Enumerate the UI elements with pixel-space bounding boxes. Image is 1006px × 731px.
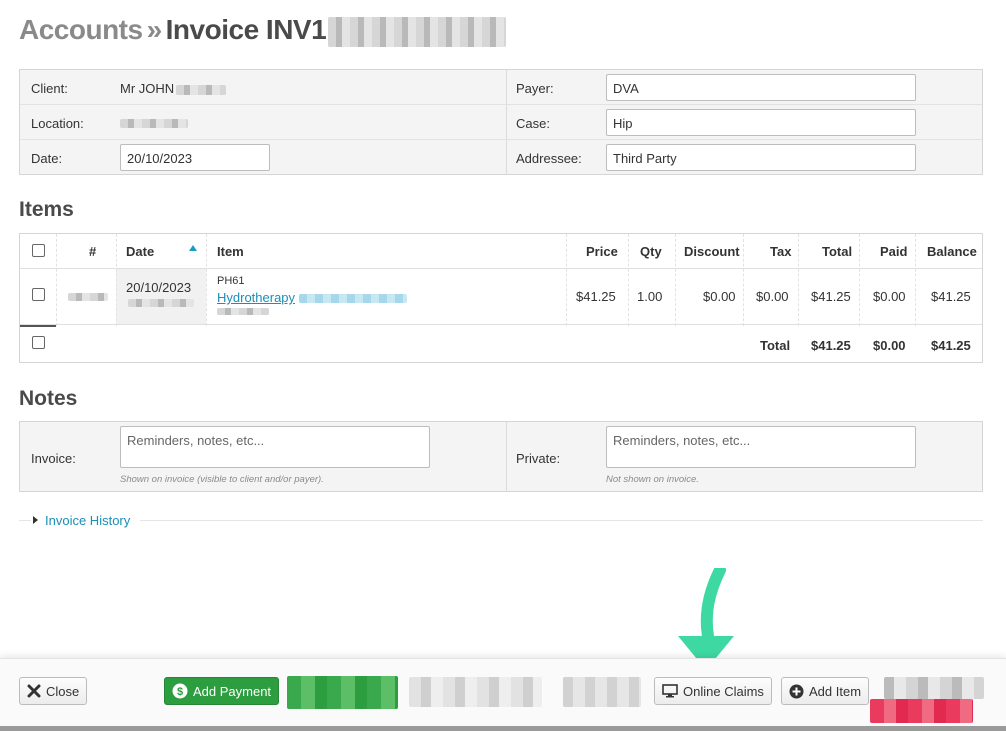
notes-heading: Notes bbox=[19, 387, 78, 410]
add-payment-button[interactable]: $ Add Payment bbox=[164, 677, 280, 705]
addressee-field[interactable]: Third Party bbox=[606, 144, 916, 171]
redacted-location bbox=[120, 119, 188, 128]
redacted-button[interactable] bbox=[884, 677, 984, 699]
totals-paid: $0.00 bbox=[873, 338, 906, 353]
totals-checkbox[interactable] bbox=[32, 336, 45, 349]
col-discount[interactable]: Discount bbox=[684, 244, 740, 259]
col-qty[interactable]: Qty bbox=[640, 244, 662, 259]
row-qty: 1.00 bbox=[637, 289, 663, 304]
row-paid: $0.00 bbox=[873, 289, 906, 304]
redacted-delete-button[interactable] bbox=[870, 699, 973, 723]
redacted-row-number bbox=[68, 293, 108, 301]
invoice-details-panel: Client: Mr JOHN Payer: DVA Location: Cas… bbox=[19, 69, 983, 175]
row-item-code: PH61 bbox=[217, 275, 245, 287]
totals-balance: $41.25 bbox=[931, 338, 971, 353]
add-item-button[interactable]: Add Item bbox=[781, 677, 870, 705]
row-balance: $41.25 bbox=[931, 289, 971, 304]
items-heading: Items bbox=[19, 198, 74, 221]
table-row[interactable]: 20/10/2023 PH61 Hydrotherapy $41.25 1.00… bbox=[20, 269, 982, 325]
row-tax: $0.00 bbox=[756, 289, 789, 304]
addressee-label: Addressee: bbox=[516, 151, 582, 166]
totals-total: $41.25 bbox=[811, 338, 851, 353]
redacted-button[interactable] bbox=[287, 676, 398, 709]
dollar-icon: $ bbox=[172, 683, 188, 699]
totals-row: Total $41.25 $0.00 $41.25 bbox=[20, 326, 982, 363]
client-value: Mr JOHN bbox=[120, 81, 227, 96]
redacted-button[interactable] bbox=[563, 677, 641, 707]
private-notes-textarea[interactable]: Reminders, notes, etc... bbox=[606, 426, 916, 468]
notes-panel: Invoice: Reminders, notes, etc... Shown … bbox=[19, 421, 983, 492]
case-field[interactable]: Hip bbox=[606, 109, 916, 136]
totals-label: Total bbox=[760, 338, 791, 353]
col-tax[interactable]: Tax bbox=[770, 244, 791, 259]
private-notes-label: Private: bbox=[516, 451, 561, 466]
sort-ascending-icon bbox=[189, 245, 197, 251]
monitor-icon bbox=[662, 684, 678, 698]
svg-text:$: $ bbox=[177, 686, 183, 698]
row-total: $41.25 bbox=[811, 289, 851, 304]
close-button[interactable]: Close bbox=[19, 677, 88, 705]
redacted-invoice-number bbox=[328, 16, 507, 47]
col-paid[interactable]: Paid bbox=[880, 244, 907, 259]
col-date[interactable]: Date bbox=[126, 244, 154, 259]
col-total[interactable]: Total bbox=[822, 244, 852, 259]
plus-circle-icon bbox=[789, 684, 804, 699]
breadcrumb-accounts[interactable]: Accounts bbox=[19, 14, 143, 45]
row-checkbox[interactable] bbox=[32, 288, 45, 301]
items-header-row: # Date Item Price Qty Discount Tax Total… bbox=[20, 234, 982, 269]
col-item[interactable]: Item bbox=[217, 244, 244, 259]
date-field[interactable]: 20/10/2023 bbox=[120, 144, 270, 171]
private-notes-hint: Not shown on invoice. bbox=[606, 474, 699, 485]
invoice-notes-hint: Shown on invoice (visible to client and/… bbox=[120, 474, 324, 485]
action-footer: Close $ Add Payment Online Claims Add Ite… bbox=[0, 658, 1006, 731]
redacted-button[interactable] bbox=[409, 677, 542, 707]
page-title: Accounts» Invoice INV1 bbox=[19, 14, 507, 47]
breadcrumb-separator: » bbox=[146, 14, 163, 45]
col-balance[interactable]: Balance bbox=[927, 244, 977, 259]
invoice-notes-textarea[interactable]: Reminders, notes, etc... bbox=[120, 426, 430, 468]
row-item-link[interactable]: Hydrotherapy bbox=[217, 290, 408, 305]
row-date: 20/10/2023 bbox=[126, 280, 192, 295]
payer-label: Payer: bbox=[516, 81, 554, 96]
invoice-history-toggle[interactable]: Invoice History bbox=[33, 513, 130, 528]
date-label: Date: bbox=[31, 151, 63, 166]
caret-right-icon bbox=[33, 516, 38, 524]
close-icon bbox=[27, 684, 41, 698]
select-all-checkbox[interactable] bbox=[32, 244, 45, 257]
col-number[interactable]: # bbox=[89, 244, 96, 259]
row-discount: $0.00 bbox=[703, 289, 736, 304]
client-label: Client: bbox=[31, 81, 68, 96]
online-claims-button[interactable]: Online Claims bbox=[654, 677, 772, 705]
invoice-notes-label: Invoice: bbox=[31, 451, 76, 466]
items-table: # Date Item Price Qty Discount Tax Total… bbox=[19, 233, 983, 363]
location-label: Location: bbox=[31, 116, 84, 131]
case-label: Case: bbox=[516, 116, 550, 131]
invoice-title: Invoice INV1 bbox=[165, 14, 327, 45]
col-price[interactable]: Price bbox=[586, 244, 618, 259]
row-price: $41.25 bbox=[576, 289, 616, 304]
payer-field[interactable]: DVA bbox=[606, 74, 916, 101]
